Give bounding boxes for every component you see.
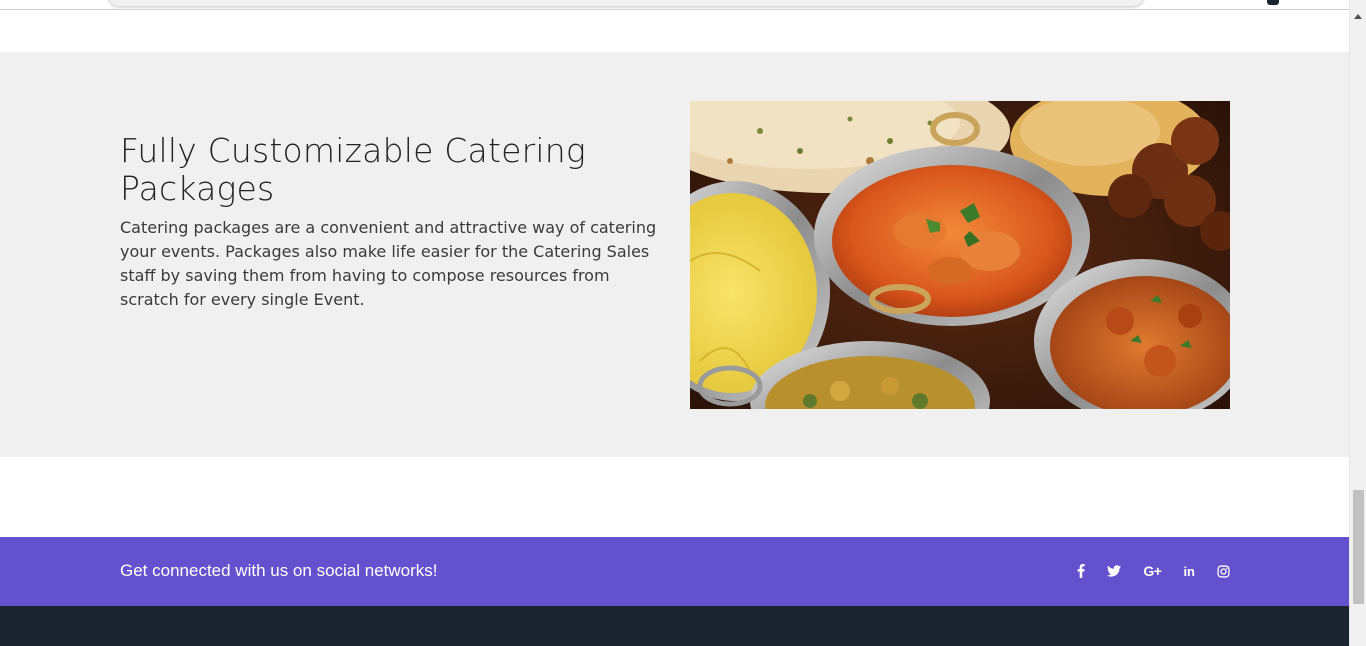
social-tagline: Get connected with us on social networks…: [120, 561, 438, 580]
scrollbar-thumb[interactable]: [1353, 490, 1364, 604]
vertical-scrollbar[interactable]: [1349, 0, 1366, 646]
twitter-icon[interactable]: [1107, 559, 1122, 583]
linkedin-icon[interactable]: in: [1183, 559, 1195, 583]
food-image: [690, 101, 1230, 409]
catering-packages-section: Fully Customizable Catering Packages Cat…: [0, 52, 1349, 457]
food-image-illustration: [690, 101, 1230, 409]
scroll-up-arrow-icon[interactable]: [1354, 14, 1362, 19]
section-spacer: [0, 457, 1349, 537]
page: Fully Customizable Catering Packages Cat…: [0, 0, 1366, 646]
social-bar: Get connected with us on social networks…: [0, 537, 1349, 606]
social-icons: G+ in: [1055, 559, 1230, 583]
top-marker: [1267, 0, 1279, 5]
feature-title: Fully Customizable Catering Packages: [120, 131, 586, 208]
top-strip: [0, 0, 1349, 52]
feature-description: Catering packages are a convenient and a…: [120, 218, 657, 309]
page-footer: [0, 606, 1349, 646]
facebook-icon[interactable]: [1077, 559, 1086, 583]
top-divider: [0, 9, 1349, 10]
google-plus-icon[interactable]: G+: [1143, 559, 1162, 583]
instagram-icon[interactable]: [1217, 559, 1230, 583]
search-bar-edge: [108, 0, 1144, 6]
